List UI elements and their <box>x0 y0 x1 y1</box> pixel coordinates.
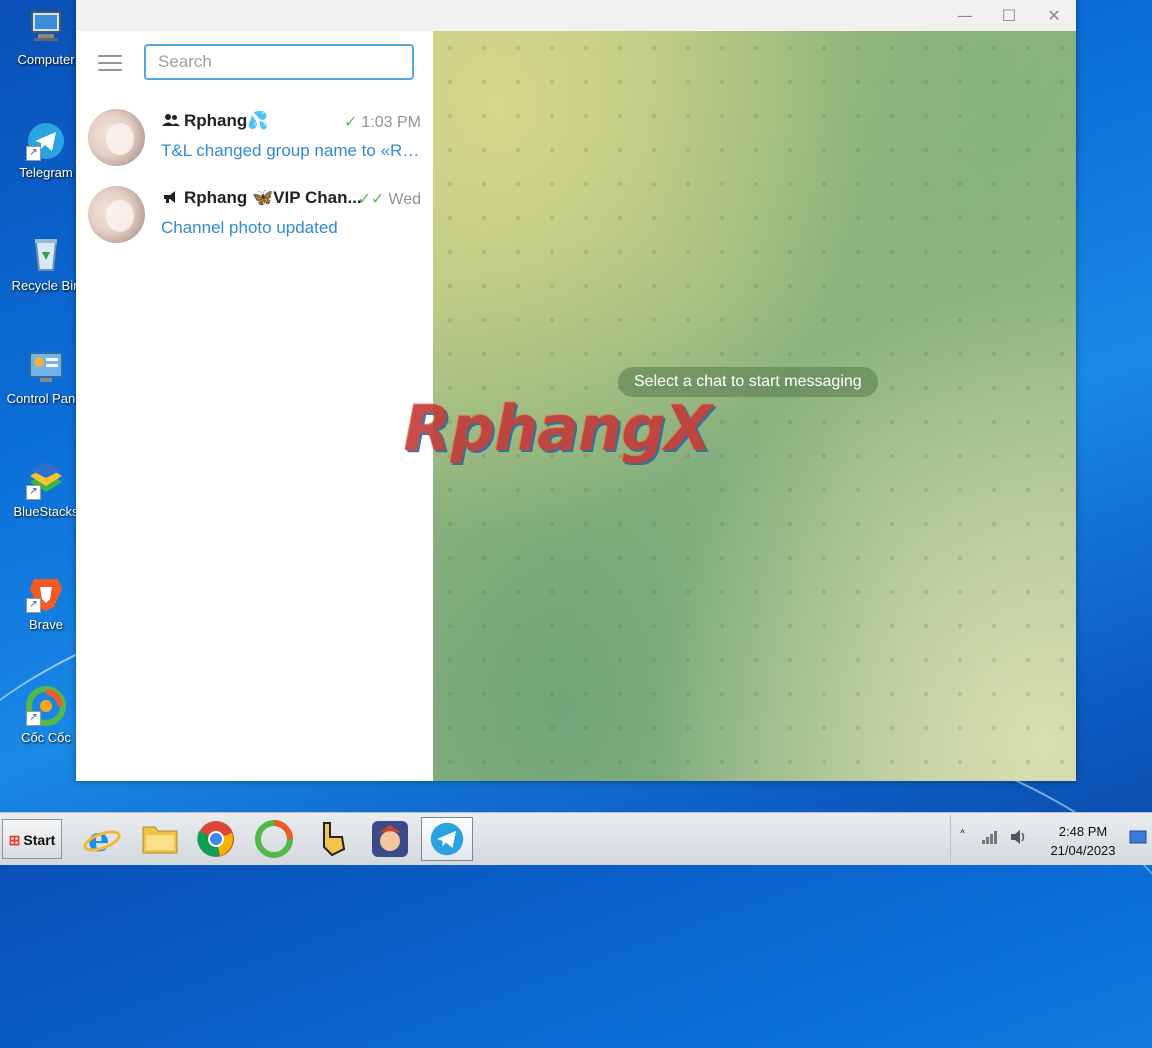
shortcut-arrow-icon: ↗ <box>26 485 41 500</box>
clock-time: 2:48 PM <box>1058 824 1108 839</box>
watermark-logo: RphangX <box>404 392 712 465</box>
taskbar-game-app[interactable] <box>364 817 416 861</box>
taskbar-coccoc[interactable] <box>248 817 300 861</box>
taskbar-chrome[interactable] <box>190 817 242 861</box>
show-hidden-icons-icon[interactable]: ˄ <box>959 829 966 845</box>
taskbar: ⊞ Start e ˄ 2:48 PM 21/04/2023 <box>0 812 1152 865</box>
chat-preview: T&L changed group name to «Rp... <box>161 141 423 160</box>
start-button[interactable]: ⊞ Start <box>2 819 62 859</box>
shortcut-arrow-icon: ↗ <box>26 598 41 613</box>
taskbar-clock[interactable]: 2:48 PM 21/04/2023 <box>1043 822 1123 860</box>
game-app-icon <box>372 821 408 857</box>
avatar <box>88 186 145 243</box>
chrome-icon <box>197 821 234 857</box>
minimize-button[interactable]: — <box>943 0 987 31</box>
chat-list-item[interactable]: Rphang💦 ✓ 1:03 PM T&L changed group name … <box>76 101 433 178</box>
close-button[interactable]: ✕ <box>1032 0 1076 31</box>
volume-icon[interactable] <box>1009 829 1029 849</box>
bluestacks-icon: ↗ <box>26 460 66 500</box>
taskbar-internet-explorer[interactable]: e <box>76 817 128 861</box>
system-tray: ˄ 2:48 PM 21/04/2023 <box>950 815 1151 863</box>
butterfly-emoji-icon: 🦋 <box>252 188 274 207</box>
telegram-icon <box>430 822 464 856</box>
hamburger-menu-icon[interactable] <box>98 55 122 73</box>
double-check-icon: ✓✓ <box>357 191 385 208</box>
chat-preview: Channel photo updated <box>161 218 338 237</box>
maximize-button[interactable]: ☐ <box>987 0 1031 31</box>
chat-name: Rphang💦 <box>184 111 269 130</box>
taskbar-telegram[interactable] <box>421 817 473 861</box>
chat-time: ✓✓ Wed <box>357 191 421 208</box>
pointer-app-icon <box>323 822 346 857</box>
single-check-icon: ✓ <box>344 114 358 131</box>
brave-icon: ↗ <box>26 573 66 613</box>
windows-flag-icon: ⊞ <box>8 832 21 848</box>
chat-list-item[interactable]: Rphang 🦋VIP Chan... ✓✓ Wed Channel photo … <box>76 178 433 255</box>
shortcut-arrow-icon: ↗ <box>26 711 41 726</box>
search-input[interactable] <box>144 44 414 80</box>
coccoc-icon: ↗ <box>26 686 66 726</box>
clock-date: 21/04/2023 <box>1050 843 1116 858</box>
computer-icon <box>26 8 66 48</box>
shortcut-arrow-icon: ↗ <box>26 146 41 161</box>
droplets-emoji-icon: 💦 <box>247 111 269 130</box>
recycle-bin-icon <box>26 234 66 274</box>
avatar <box>88 109 145 166</box>
chat-name: Rphang 🦋VIP Chan... <box>184 188 362 207</box>
chat-time: ✓ 1:03 PM <box>344 114 421 131</box>
taskbar-pointer-app[interactable] <box>306 817 358 861</box>
group-icon <box>162 113 180 129</box>
chat-list-sidebar: Rphang💦 ✓1:03 PM T&L changed group name … <box>76 31 433 781</box>
control-panel-icon <box>26 347 66 387</box>
taskbar-file-explorer[interactable] <box>134 817 186 861</box>
internet-explorer-icon: e <box>83 820 121 860</box>
telegram-window: — ☐ ✕ Rphang💦 ✓1:03 PM T&L changed group… <box>76 0 1076 781</box>
coccoc-icon <box>255 820 293 858</box>
channel-icon <box>162 190 180 206</box>
show-desktop-icon[interactable] <box>1129 829 1147 849</box>
network-icon[interactable] <box>981 829 999 849</box>
telegram-icon: ↗ <box>26 121 66 161</box>
file-explorer-icon <box>142 826 178 854</box>
window-titlebar[interactable]: — ☐ ✕ <box>76 0 1076 32</box>
